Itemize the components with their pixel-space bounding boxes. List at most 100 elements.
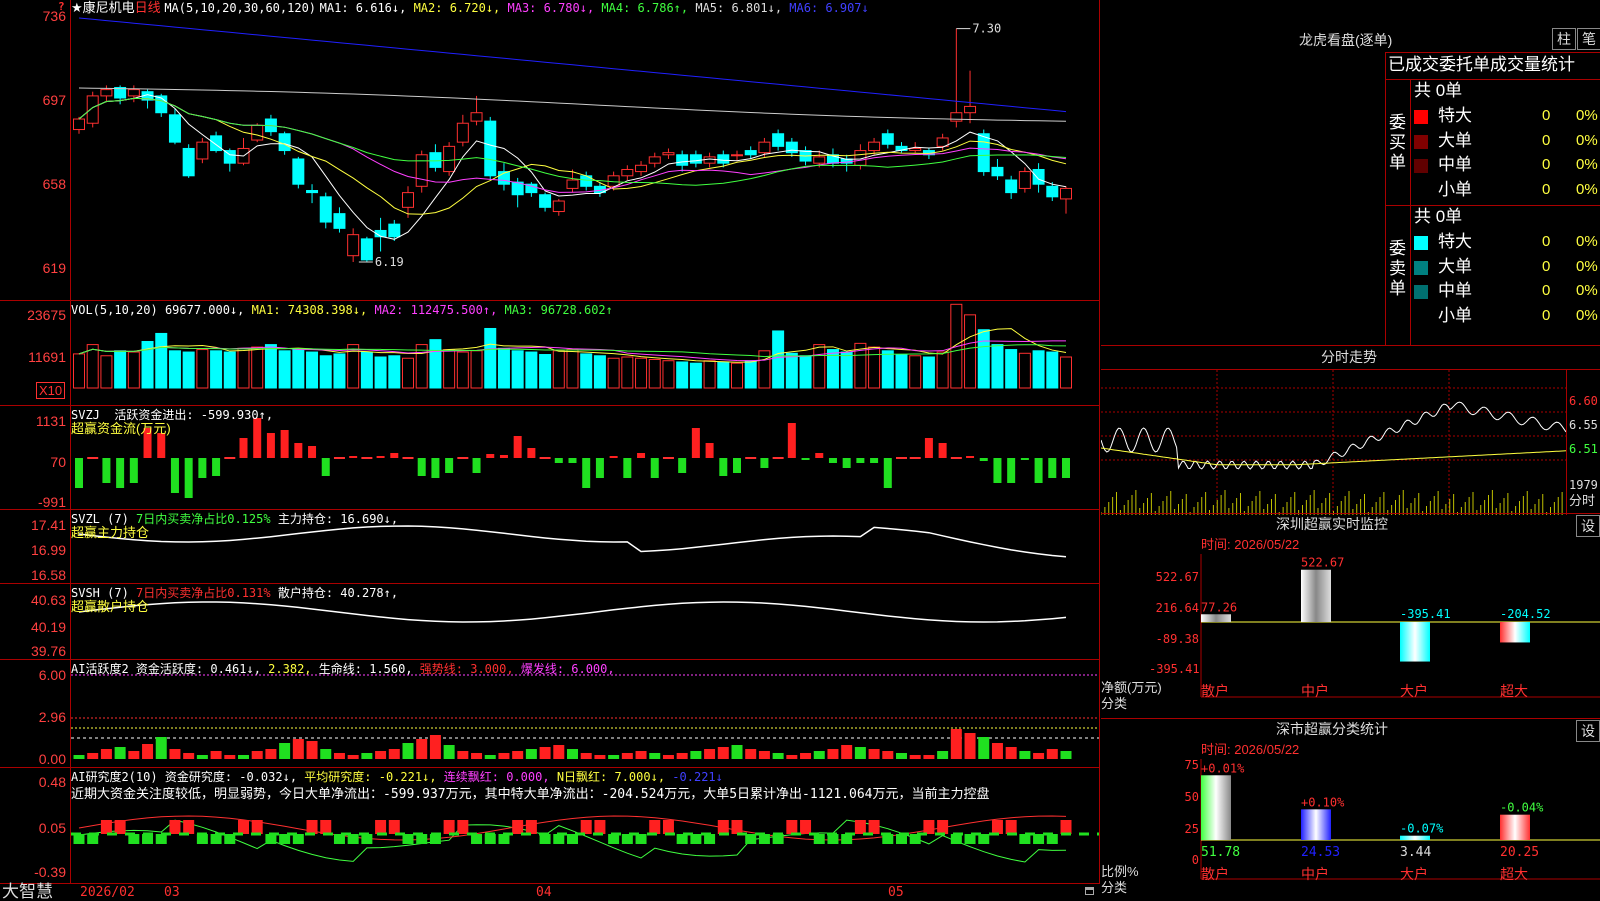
intraday-svg[interactable]: [1101, 370, 1566, 515]
volume-bar: [991, 344, 1004, 389]
research-bar: [114, 820, 126, 834]
bar-value-label: -0.07%: [1400, 822, 1444, 836]
candle: [744, 150, 757, 156]
candle: [484, 120, 497, 177]
activity-bar: [1019, 751, 1031, 759]
ma-value: MA6: 6.907↓: [789, 1, 869, 15]
flow-bar: [308, 446, 317, 458]
sz-monitor-chart[interactable]: 77.26 散户 522.67 中户 -395.41 大户 -204.52 超大: [1101, 514, 1600, 719]
activity-bar: [402, 743, 414, 759]
activity-bar: [443, 745, 455, 759]
main-chart-area[interactable]: 736 697 658 619 ? 23675 11691 X10 1131 7…: [0, 0, 1100, 901]
candle: [635, 164, 648, 173]
svzl-subtitle: 超赢主力持仓: [71, 525, 150, 540]
sz-class-panel: 深市超赢分类统计 设 时间: 2026/05/22 75 50 25 0 比例%…: [1101, 718, 1600, 900]
activity-bar: [937, 751, 949, 759]
activity-bar: [649, 753, 661, 759]
volume-bar: [799, 355, 812, 389]
category-bar: [1500, 814, 1530, 840]
intraday-panel[interactable]: 分时走势 6.60 6.55 6.51 1979 分时: [1101, 345, 1600, 515]
sz-monitor-panel: 深圳超赢实时监控 设 时间: 2026/05/22 522.67 216.64 …: [1101, 513, 1600, 718]
tab-volume-stats[interactable]: 成交量统计: [1490, 55, 1575, 74]
separator-dates: [0, 883, 1100, 884]
svsh-value: 散户持仓: 40.278↑,: [277, 586, 399, 600]
volume-bar: [895, 354, 908, 389]
ma-value: MA3: 6.780↓,: [507, 1, 602, 15]
flow-bar: [170, 458, 179, 493]
vol-axis-label: 23675: [27, 307, 66, 323]
corner-badge[interactable]: ?: [58, 0, 65, 13]
volume-bar: [868, 346, 881, 389]
ai1-value: 强势线: 3.000,: [419, 662, 521, 676]
flow-bar: [457, 457, 469, 459]
intraday-vol: 1979: [1569, 478, 1598, 492]
kline-indicator-svg[interactable]: 7.30 6.19: [71, 0, 1099, 883]
volume-bar: [210, 350, 223, 389]
category-bar: [1301, 569, 1331, 622]
order-row: 特大 0 0%: [1414, 231, 1600, 253]
color-swatch: [1414, 260, 1428, 275]
volume-bar: [155, 332, 168, 389]
ai1-axis-label: 6.00: [38, 667, 66, 683]
flow-bar: [909, 457, 921, 459]
flow-bar: [950, 457, 962, 459]
research-bar: [183, 820, 195, 834]
category-bar: [1201, 614, 1231, 622]
volume-bar: [552, 350, 565, 389]
candle: [868, 141, 881, 152]
flow-bar: [719, 458, 728, 476]
sz-class-chart[interactable]: +0.01% 散户 +0.10% 中户 -0.07% 大户 -0.04% 超大 51.78 24.…: [1101, 719, 1600, 901]
research-bar: [238, 820, 249, 834]
volume-bar: [731, 362, 743, 389]
price-axis-label: 697: [42, 92, 66, 108]
volume-bar: [360, 351, 373, 389]
volume-bar: [813, 344, 826, 389]
flow-bar: [402, 457, 414, 459]
research-bar: [662, 820, 674, 834]
flow-bar: [266, 433, 275, 458]
flow-bar: [239, 438, 248, 458]
research-bar: [443, 820, 455, 834]
ma-value: MA1: 6.616↓,: [319, 1, 414, 15]
buy-total: 共 0单: [1414, 81, 1463, 100]
flow-bar: [75, 458, 83, 488]
candle: [443, 145, 456, 173]
candle: [1060, 187, 1072, 200]
svzl-value: 7日内买卖净占比0.125%: [136, 512, 278, 526]
tab-executed[interactable]: 已成交: [1388, 55, 1439, 74]
flow-bar: [745, 457, 757, 459]
flow-bar: [527, 448, 536, 458]
order-type: 中单: [1438, 281, 1472, 300]
volume-bar: [374, 356, 387, 389]
candle: [717, 154, 730, 164]
ai1-value: 生命线: 1.560,: [318, 662, 420, 676]
ai1-label: AI活跃度2: [71, 662, 129, 676]
category-bar: [1500, 622, 1530, 643]
activity-bar: [512, 751, 524, 759]
ma1-line: [78, 94, 1067, 240]
research-bar: [786, 820, 798, 834]
svsh-items: 7日内买卖净占比0.131% 散户持仓: 40.278↑,: [136, 586, 398, 600]
candle: [977, 133, 990, 173]
order-row: 大单 0 0%: [1414, 130, 1600, 152]
tab-orders[interactable]: 委托单: [1439, 55, 1490, 74]
activity-bar: [169, 749, 181, 759]
lock-icon[interactable]: [1085, 887, 1094, 895]
candle: [552, 200, 565, 213]
pen-mode-button[interactable]: 笔: [1577, 28, 1600, 50]
activity-bar: [854, 747, 866, 759]
period-label: 日线: [134, 0, 161, 15]
svzl-line: [78, 525, 1067, 558]
research-bar: [100, 820, 112, 834]
bar-value-label: -395.41: [1400, 607, 1451, 621]
candle: [813, 156, 826, 164]
activity-bar: [594, 755, 606, 759]
bar-value-label: 3.44: [1400, 845, 1431, 860]
volume-bar: [470, 350, 483, 389]
order-type: 小单: [1438, 179, 1472, 199]
bar-mode-button[interactable]: 柱: [1552, 28, 1576, 50]
date-label: 04: [536, 885, 552, 900]
candle: [306, 190, 319, 194]
flow-bar: [184, 458, 193, 498]
candle: [689, 154, 702, 164]
